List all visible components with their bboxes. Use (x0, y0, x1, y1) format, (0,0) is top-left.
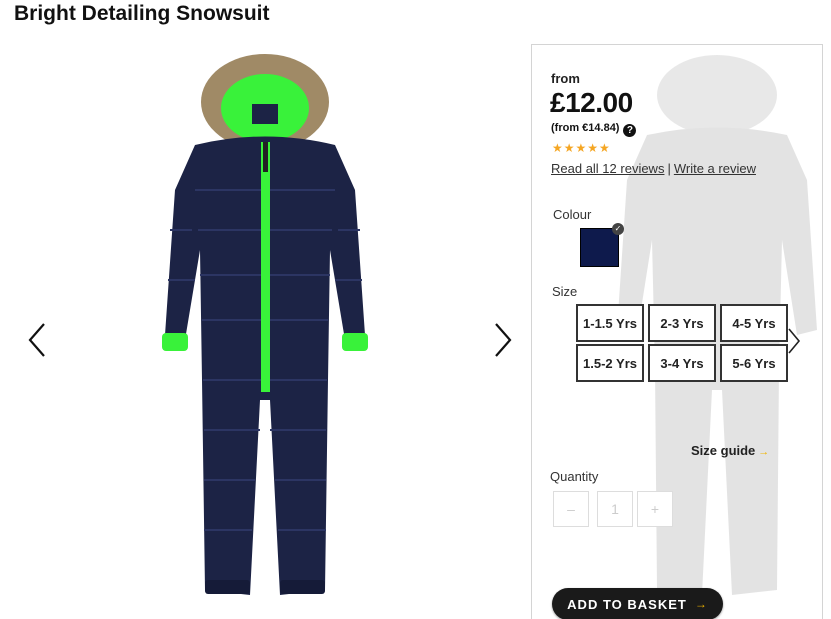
chevron-right-icon[interactable] (488, 320, 516, 360)
colour-label: Colour (553, 207, 592, 222)
size-option[interactable]: 1-1.5 Yrs (576, 304, 644, 342)
size-label: Size (552, 284, 578, 299)
quantity-decrease-button[interactable]: – (553, 491, 589, 527)
size-option[interactable]: 1.5-2 Yrs (576, 344, 644, 382)
product-image-snowsuit (162, 54, 368, 595)
quantity-increase-button[interactable]: + (637, 491, 673, 527)
write-review-link[interactable]: Write a review (674, 161, 756, 176)
page-title: Bright Detailing Snowsuit (14, 2, 270, 25)
reviews-links: Read all 12 reviews | Write a review (551, 161, 756, 176)
size-guide-link[interactable]: Size guide → (691, 443, 769, 458)
price: £12.00 (550, 87, 633, 118)
product-gallery (0, 40, 530, 619)
add-to-basket-label: ADD TO BASKET (567, 596, 687, 612)
arrow-right-icon: → (758, 446, 770, 458)
quantity-label: Quantity (550, 469, 599, 484)
check-icon: ✓ (612, 223, 624, 235)
size-option[interactable]: 4-5 Yrs (720, 304, 788, 342)
read-reviews-link[interactable]: Read all 12 reviews (551, 161, 664, 176)
rating-stars: ★★★★★ (552, 141, 611, 155)
help-icon[interactable]: ? (623, 124, 637, 137)
price-from-label: from (551, 71, 580, 86)
colour-swatch-navy[interactable]: ✓ (580, 223, 624, 267)
size-option[interactable]: 3-4 Yrs (648, 344, 716, 382)
size-option[interactable]: 2-3 Yrs (648, 304, 716, 342)
sizes-next-icon[interactable] (786, 327, 802, 355)
arrow-right-icon: → (694, 597, 708, 611)
chevron-left-icon[interactable] (24, 320, 52, 360)
product-detail-panel: from £12.00 (from €14.84)? ★★★★★ Read al… (531, 44, 823, 619)
alt-price: (from €14.84)? (551, 122, 637, 137)
quantity-value[interactable]: 1 (597, 491, 633, 527)
reviews-separator: | (667, 161, 671, 176)
size-option[interactable]: 5-6 Yrs (720, 344, 788, 382)
size-guide-text: Size guide (691, 443, 756, 458)
alt-price-text: (from €14.84) (551, 122, 620, 134)
add-to-basket-button[interactable]: ADD TO BASKET → (552, 588, 723, 619)
